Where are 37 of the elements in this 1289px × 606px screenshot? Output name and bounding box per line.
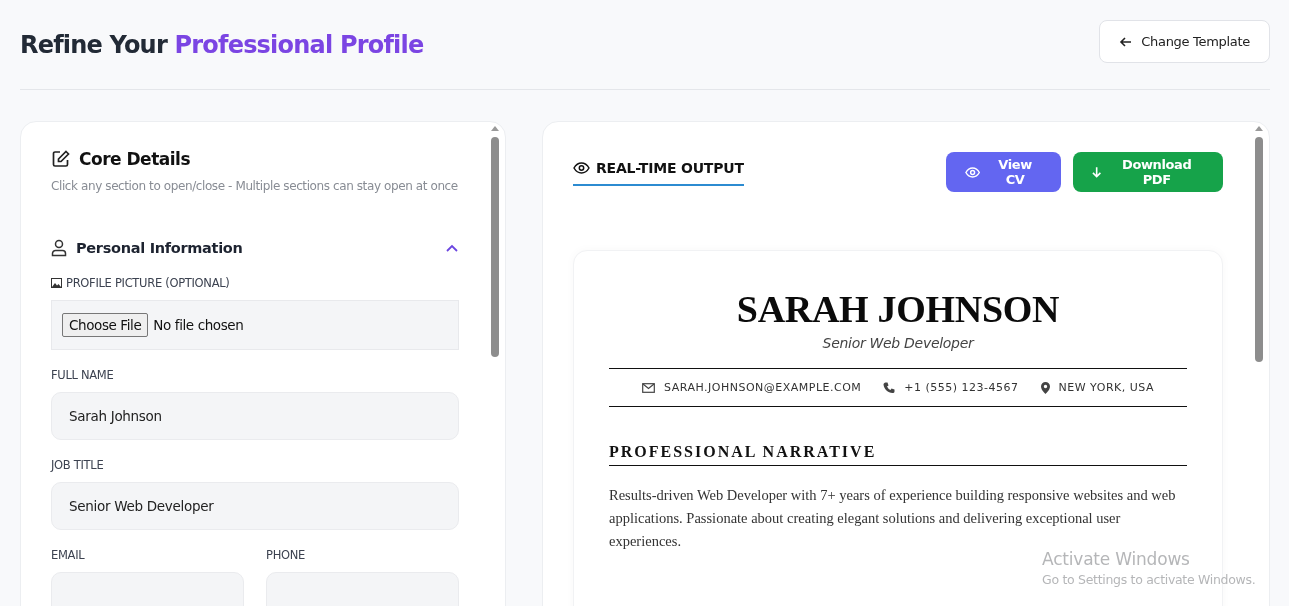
eye-icon (573, 162, 590, 174)
section-title: Personal Information (76, 240, 244, 256)
contact-text: SARAH.JOHNSON@EXAMPLE.COM (664, 381, 862, 394)
activation-notice-text: Go to Settings to activate Windows. (1042, 572, 1256, 587)
view-cv-button[interactable]: View CV (946, 152, 1061, 192)
person-icon (51, 239, 67, 257)
back-arrow-icon (1119, 34, 1134, 49)
field-label: PROFILE PICTURE (OPTIONAL) (66, 276, 230, 290)
panel-title: Core Details (79, 149, 190, 169)
image-icon (51, 278, 62, 288)
contact-text: +1 (555) 123-4567 (904, 381, 1019, 394)
resume-role: Senior Web Developer (821, 335, 976, 351)
change-template-button[interactable]: Change Template (1099, 20, 1270, 63)
field-label: PHONE (266, 548, 305, 562)
file-status: No file chosen (153, 317, 244, 333)
resume-summary: Results-driven Web Developer with 7+ years of experience building responsive websites and web applications. Passionate about creating elegant solutions and delivering exceptional user experiences. (609, 486, 1177, 551)
page-title: Refine Your Professional Profile (20, 30, 424, 59)
file-input[interactable]: Choose File No file chosen (51, 300, 459, 350)
activation-notice-title: Activate Windows (1042, 549, 1191, 569)
phone-icon (883, 381, 896, 394)
choose-file-button[interactable]: Choose File (62, 313, 149, 337)
eye-icon (965, 166, 981, 178)
text-input[interactable]: Senior Web Developer (51, 482, 459, 530)
panel-hint: Click any section to open/close - Multiple sections can stay open at once (51, 178, 459, 195)
resume-section-title: PROFESSIONAL NARRATIVE (609, 443, 1187, 466)
envelope-icon (642, 382, 655, 393)
contact-text: NEW YORK, USA (1058, 381, 1154, 394)
field-label: FULL NAME (51, 368, 114, 382)
resume-name: SARAH JOHNSON (735, 287, 1061, 331)
map-pin-icon (1040, 381, 1050, 394)
text-input[interactable]: Sarah Johnson (51, 392, 459, 440)
download-arrow-icon (1092, 166, 1102, 178)
section-header[interactable]: Personal Information (51, 239, 459, 257)
output-tab[interactable]: REAL-TIME OUTPUT (573, 152, 744, 186)
field-label: JOB TITLE (51, 458, 104, 472)
edit-icon (51, 149, 71, 169)
field-label: EMAIL (51, 548, 85, 562)
